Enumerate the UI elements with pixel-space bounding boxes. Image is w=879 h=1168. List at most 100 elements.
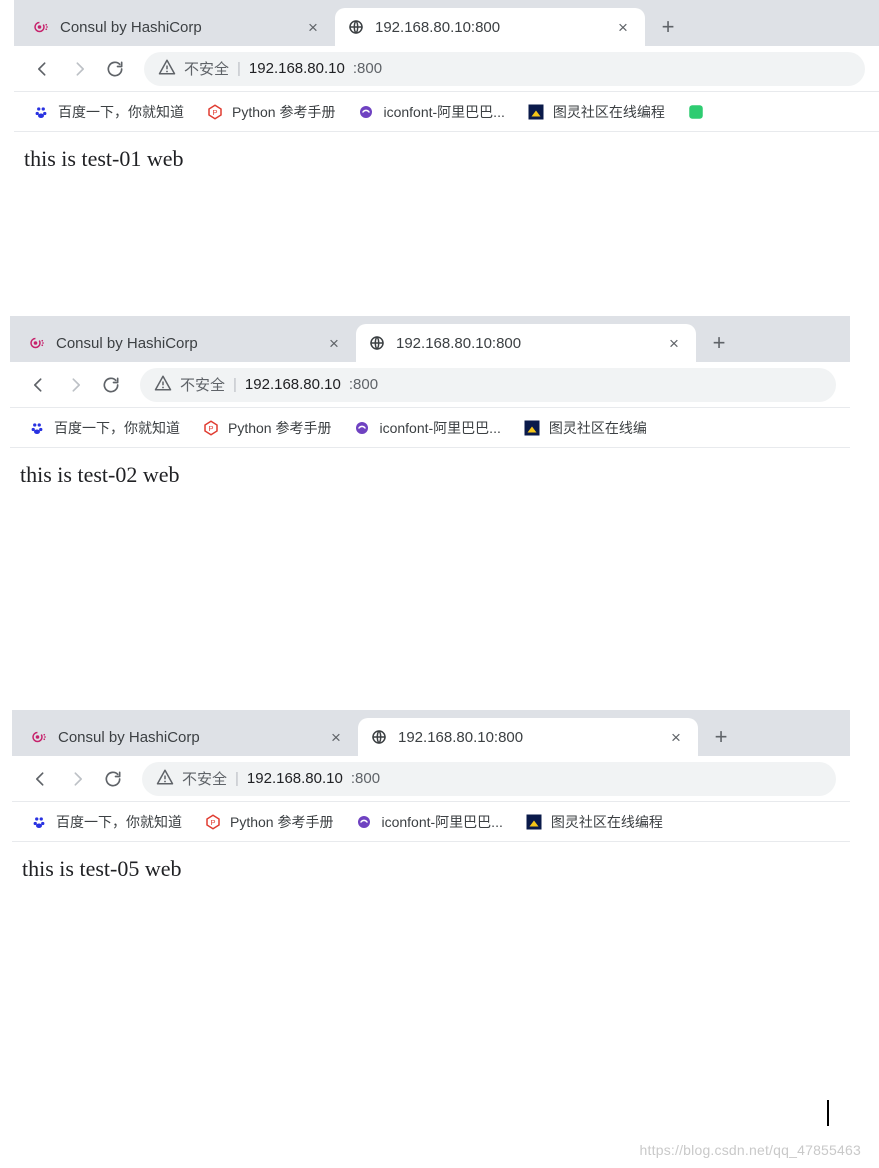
toolbar: 不安全 | 192.168.80.10:800: [14, 46, 879, 92]
not-secure-icon: [156, 768, 174, 790]
new-tab-button[interactable]: +: [706, 722, 736, 752]
tab-active[interactable]: 192.168.80.10:800 ×: [358, 718, 698, 756]
bookmark-item[interactable]: 百度一下，你就知道: [30, 812, 182, 832]
separator: |: [237, 60, 241, 77]
page-content: this is test-01 web: [14, 132, 879, 186]
reload-button[interactable]: [96, 370, 126, 400]
bookmark-favicon-icon: [525, 813, 543, 831]
bookmark-favicon-icon: [687, 103, 705, 121]
bookmark-item[interactable]: 图灵社区在线编程: [525, 812, 663, 832]
bookmark-item[interactable]: P Python 参考手册: [202, 418, 331, 438]
tab-close-icon[interactable]: ×: [666, 335, 682, 351]
not-secure-label: 不安全: [184, 58, 229, 79]
new-tab-button[interactable]: +: [653, 12, 683, 42]
bookmark-label: Python 参考手册: [228, 418, 331, 438]
globe-favicon-icon: [368, 334, 386, 352]
url-path: :800: [353, 60, 382, 77]
tab-title: 192.168.80.10:800: [396, 335, 521, 352]
tab-inactive[interactable]: Consul by HashiCorp ×: [20, 8, 335, 46]
bookmark-favicon-icon: P: [204, 813, 222, 831]
page-text: this is test-01 web: [24, 146, 184, 171]
bookmark-label: 图灵社区在线编程: [553, 102, 665, 122]
tabstrip: Consul by HashiCorp × 192.168.80.10:800 …: [14, 0, 879, 46]
browser-window: Consul by HashiCorp × 192.168.80.10:800 …: [12, 710, 850, 1120]
globe-favicon-icon: [347, 18, 365, 36]
bookmarks-bar: 百度一下，你就知道 P Python 参考手册 iconfont-阿里巴巴...…: [12, 802, 850, 842]
separator: |: [235, 770, 239, 787]
tab-title: Consul by HashiCorp: [56, 335, 198, 352]
bookmark-item[interactable]: [687, 103, 713, 121]
forward-button[interactable]: [62, 764, 92, 794]
bookmark-item[interactable]: iconfont-阿里巴巴...: [357, 102, 504, 122]
consul-favicon-icon: [28, 334, 46, 352]
not-secure-label: 不安全: [180, 374, 225, 395]
bookmark-item[interactable]: 图灵社区在线编程: [527, 102, 665, 122]
forward-button[interactable]: [64, 54, 94, 84]
bookmark-favicon-icon: [32, 103, 50, 121]
tab-active[interactable]: 192.168.80.10:800 ×: [356, 324, 696, 362]
tab-title: Consul by HashiCorp: [60, 19, 202, 36]
tab-title: 192.168.80.10:800: [398, 729, 523, 746]
tab-active[interactable]: 192.168.80.10:800 ×: [335, 8, 645, 46]
url-path: :800: [349, 376, 378, 393]
bookmark-label: iconfont-阿里巴巴...: [381, 812, 502, 832]
bookmark-item[interactable]: P Python 参考手册: [206, 102, 335, 122]
tab-close-icon[interactable]: ×: [326, 335, 342, 351]
bookmark-item[interactable]: iconfont-阿里巴巴...: [353, 418, 500, 438]
tab-close-icon[interactable]: ×: [668, 729, 684, 745]
bookmark-item[interactable]: P Python 参考手册: [204, 812, 333, 832]
bookmark-item[interactable]: iconfont-阿里巴巴...: [355, 812, 502, 832]
url-host: 192.168.80.10: [247, 770, 343, 787]
bookmark-label: 图灵社区在线编: [549, 418, 647, 438]
tab-close-icon[interactable]: ×: [328, 729, 344, 745]
address-bar[interactable]: 不安全 | 192.168.80.10:800: [144, 52, 865, 86]
globe-favicon-icon: [370, 728, 388, 746]
bookmarks-bar: 百度一下，你就知道 P Python 参考手册 iconfont-阿里巴巴...…: [10, 408, 850, 448]
bookmark-item[interactable]: 图灵社区在线编: [523, 418, 647, 438]
bookmark-favicon-icon: [355, 813, 373, 831]
bookmark-label: Python 参考手册: [230, 812, 333, 832]
watermark-text: https://blog.csdn.net/qq_47855463: [640, 1142, 861, 1158]
browser-window: Consul by HashiCorp × 192.168.80.10:800 …: [10, 316, 850, 686]
back-button[interactable]: [28, 54, 58, 84]
bookmark-label: 图灵社区在线编程: [551, 812, 663, 832]
bookmark-label: iconfont-阿里巴巴...: [379, 418, 500, 438]
url-path: :800: [351, 770, 380, 787]
tabstrip: Consul by HashiCorp × 192.168.80.10:800 …: [12, 710, 850, 756]
tab-close-icon[interactable]: ×: [305, 19, 321, 35]
consul-favicon-icon: [30, 728, 48, 746]
bookmark-label: 百度一下，你就知道: [56, 812, 182, 832]
bookmark-label: 百度一下，你就知道: [58, 102, 184, 122]
bookmark-favicon-icon: [28, 419, 46, 437]
back-button[interactable]: [24, 370, 54, 400]
tab-inactive[interactable]: Consul by HashiCorp ×: [18, 718, 358, 756]
forward-button[interactable]: [60, 370, 90, 400]
not-secure-icon: [154, 374, 172, 396]
new-tab-button[interactable]: +: [704, 328, 734, 358]
page-text: this is test-02 web: [20, 462, 180, 487]
bookmark-item[interactable]: 百度一下，你就知道: [32, 102, 184, 122]
bookmark-item[interactable]: 百度一下，你就知道: [28, 418, 180, 438]
reload-button[interactable]: [98, 764, 128, 794]
tabstrip: Consul by HashiCorp × 192.168.80.10:800 …: [10, 316, 850, 362]
reload-button[interactable]: [100, 54, 130, 84]
browser-window: Consul by HashiCorp × 192.168.80.10:800 …: [14, 0, 879, 210]
tab-close-icon[interactable]: ×: [615, 19, 631, 35]
page-text: this is test-05 web: [22, 856, 182, 881]
back-button[interactable]: [26, 764, 56, 794]
not-secure-icon: [158, 58, 176, 80]
svg-text:P: P: [208, 424, 213, 433]
tab-inactive[interactable]: Consul by HashiCorp ×: [16, 324, 356, 362]
separator: |: [233, 376, 237, 393]
tab-title: 192.168.80.10:800: [375, 19, 500, 36]
url-host: 192.168.80.10: [245, 376, 341, 393]
bookmark-label: iconfont-阿里巴巴...: [383, 102, 504, 122]
address-bar[interactable]: 不安全 | 192.168.80.10 :800: [142, 762, 836, 796]
bookmark-label: Python 参考手册: [232, 102, 335, 122]
not-secure-label: 不安全: [182, 768, 227, 789]
address-bar[interactable]: 不安全 | 192.168.80.10 :800: [140, 368, 836, 402]
bookmark-favicon-icon: [353, 419, 371, 437]
svg-text:P: P: [210, 818, 215, 827]
page-content: this is test-02 web: [10, 448, 850, 502]
toolbar: 不安全 | 192.168.80.10 :800: [12, 756, 850, 802]
